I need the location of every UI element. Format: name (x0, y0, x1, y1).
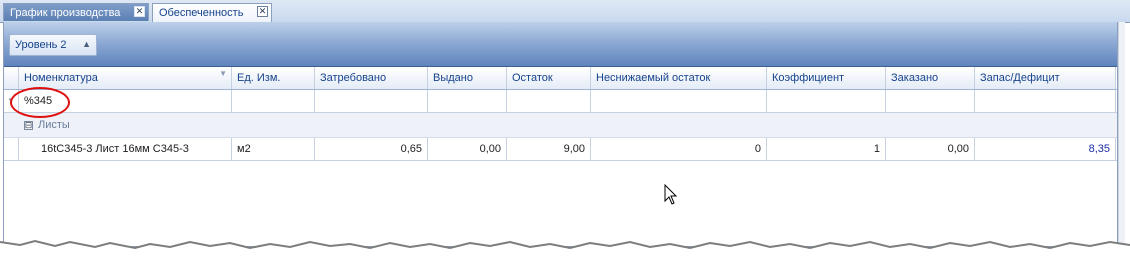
filter-input-min-remainder[interactable] (591, 90, 767, 112)
tab-production-schedule[interactable]: График производства ✕ (3, 3, 149, 21)
filter-input-stock-deficit[interactable] (975, 90, 1116, 112)
cell-remainder[interactable]: 9,00 (507, 138, 591, 160)
sort-arrow-icon: ▲ (82, 39, 91, 49)
column-header-label: Коэффициент (772, 72, 845, 84)
annotation-circle (10, 87, 70, 118)
tab-label: График производства (10, 6, 121, 19)
collapse-group-icon[interactable]: ⊟ (24, 120, 33, 130)
filter-row: ▼ %345 (4, 90, 1117, 113)
filter-input-unit[interactable] (232, 90, 315, 112)
group-level-label: Уровень 2 (15, 39, 67, 51)
cell-ordered[interactable]: 0,00 (886, 138, 975, 160)
cell-text: 8,35 (1088, 143, 1110, 155)
tab-strip: График производства ✕ Обеспеченность ✕ (0, 0, 1130, 23)
column-header-remainder[interactable]: Остаток (507, 67, 591, 89)
cell-nomenclature[interactable]: 16tC345-3 Лист 16мм С345-3 (19, 138, 232, 160)
cell-text: 0,00 (479, 143, 501, 155)
cell-issued[interactable]: 0,00 (428, 138, 507, 160)
cell-text: 0 (754, 143, 761, 155)
column-header-label: Затребовано (320, 72, 387, 84)
filter-input-remainder[interactable] (507, 90, 591, 112)
column-header-min-remainder[interactable]: Неснижаемый остаток (591, 67, 767, 89)
group-row[interactable]: ⊟ Листы (4, 113, 1117, 138)
column-header-coefficient[interactable]: Коэффициент (767, 67, 886, 89)
cell-text: 9,00 (563, 143, 585, 155)
column-header-label: Выдано (433, 72, 473, 84)
data-grid: Номенклатура ▼ Ед. Изм. Затребовано Выда… (4, 67, 1117, 161)
cell-text: 0,65 (400, 143, 422, 155)
cell-text: 16tC345-3 Лист 16мм С345-3 (41, 143, 189, 155)
mouse-cursor-icon (664, 184, 678, 205)
filter-input-issued[interactable] (428, 90, 507, 112)
filter-input-ordered[interactable] (886, 90, 975, 112)
column-header-requested[interactable]: Затребовано (315, 67, 428, 89)
grid-panel: Уровень 2 ▲ Номенклатура ▼ Ед. Изм. Затр… (3, 22, 1118, 247)
group-level-button[interactable]: Уровень 2 ▲ (9, 34, 97, 56)
filter-icon[interactable]: ▼ (219, 69, 227, 78)
column-header-unit[interactable]: Ед. Изм. (232, 67, 315, 89)
close-icon[interactable]: ✕ (134, 6, 145, 17)
close-icon[interactable]: ✕ (257, 6, 268, 17)
table-row[interactable]: 16tC345-3 Лист 16мм С345-3 м2 0,65 0,00 … (4, 138, 1117, 161)
column-header-stock-deficit[interactable]: Запас/Дефицит (975, 67, 1116, 89)
column-header-label: Неснижаемый остаток (596, 72, 711, 84)
filter-input-requested[interactable] (315, 90, 428, 112)
group-panel: Уровень 2 ▲ (4, 22, 1117, 67)
tab-label: Обеспеченность (159, 7, 244, 19)
cell-text: 1 (873, 143, 880, 155)
group-label: Листы (38, 119, 70, 131)
cell-min-remainder[interactable]: 0 (591, 138, 767, 160)
column-header-row: Номенклатура ▼ Ед. Изм. Затребовано Выда… (4, 67, 1117, 90)
cell-text: м2 (237, 143, 251, 155)
filter-input-coefficient[interactable] (767, 90, 886, 112)
column-header-nomenclature[interactable]: Номенклатура ▼ (19, 67, 232, 89)
row-indicator-header (4, 67, 19, 89)
column-header-label: Остаток (512, 72, 553, 84)
cell-unit[interactable]: м2 (232, 138, 315, 160)
tab-provision[interactable]: Обеспеченность ✕ (152, 3, 272, 22)
column-header-label: Заказано (891, 72, 939, 84)
cell-stock-deficit[interactable]: 8,35 (975, 138, 1116, 160)
column-header-label: Ед. Изм. (237, 72, 281, 84)
column-header-ordered[interactable]: Заказано (886, 67, 975, 89)
row-indicator[interactable] (4, 138, 19, 160)
column-header-issued[interactable]: Выдано (428, 67, 507, 89)
cell-text: 0,00 (947, 143, 969, 155)
torn-edge-decoration (0, 239, 1130, 266)
column-header-label: Запас/Дефицит (980, 72, 1060, 84)
column-header-label: Номенклатура (24, 72, 98, 84)
vertical-scrollbar[interactable] (1118, 22, 1125, 247)
cell-requested[interactable]: 0,65 (315, 138, 428, 160)
cell-coefficient[interactable]: 1 (767, 138, 886, 160)
